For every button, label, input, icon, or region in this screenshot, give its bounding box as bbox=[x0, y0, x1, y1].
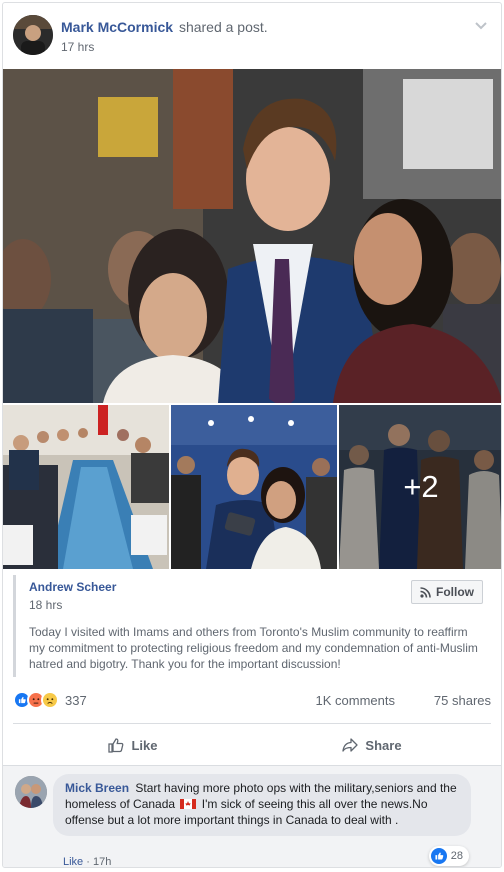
post-timestamp[interactable]: 17 hrs bbox=[61, 40, 94, 54]
post-author-line: Mark McCormick shared a post. bbox=[61, 19, 268, 35]
shares-count[interactable]: 75 shares bbox=[434, 693, 491, 708]
share-label: Share bbox=[365, 737, 402, 753]
sad-reaction-icon bbox=[41, 691, 59, 709]
like-label: Like bbox=[131, 737, 158, 753]
canada-flag-icon bbox=[180, 799, 197, 809]
share-arrow-icon bbox=[342, 738, 359, 752]
comments-count[interactable]: 1K comments bbox=[316, 693, 395, 708]
photo-thumb-selfie[interactable] bbox=[171, 405, 337, 569]
main-photo[interactable] bbox=[3, 69, 501, 403]
photo-thumb-meeting[interactable] bbox=[3, 405, 169, 569]
shared-post: Andrew Scheer 18 hrs Follow Today I visi… bbox=[13, 575, 493, 677]
more-photos-overlay[interactable]: +2 bbox=[339, 405, 501, 569]
reactions-count[interactable]: 337 bbox=[65, 693, 87, 708]
post-action-text: shared a post. bbox=[178, 19, 268, 35]
comment-like-link[interactable]: Like bbox=[63, 856, 83, 867]
shared-post-text: Today I visited with Imams and others fr… bbox=[29, 625, 478, 671]
post-author-name[interactable]: Mark McCormick bbox=[61, 19, 173, 35]
post-actions: Like Share bbox=[13, 727, 491, 763]
follow-button[interactable]: Follow bbox=[411, 580, 483, 604]
comment-meta: Like · 17h bbox=[63, 856, 111, 868]
comment-bubble: Mick Breen Start having more photo ops w… bbox=[53, 774, 471, 836]
comment-reactions[interactable]: 28 bbox=[428, 846, 469, 866]
reaction-icons[interactable] bbox=[13, 691, 59, 709]
comment-reaction-count: 28 bbox=[450, 850, 463, 862]
commenter-name[interactable]: Mick Breen bbox=[65, 781, 129, 795]
like-button[interactable]: Like bbox=[13, 727, 252, 763]
author-avatar[interactable] bbox=[13, 15, 53, 55]
rss-icon bbox=[420, 586, 431, 598]
comment-timestamp[interactable]: 17h bbox=[93, 856, 111, 867]
shared-timestamp[interactable]: 18 hrs bbox=[29, 598, 62, 612]
share-button[interactable]: Share bbox=[252, 727, 491, 763]
commenter-avatar[interactable] bbox=[15, 776, 47, 808]
reaction-stats: 337 1K comments 75 shares bbox=[13, 691, 491, 713]
shared-author-name[interactable]: Andrew Scheer bbox=[29, 580, 116, 594]
thumbs-up-icon bbox=[108, 738, 124, 753]
post-card: Mark McCormick shared a post. 17 hrs +2 … bbox=[2, 2, 502, 868]
photo-thumb-group[interactable]: +2 bbox=[339, 405, 501, 569]
like-reaction-icon bbox=[430, 848, 447, 864]
follow-label: Follow bbox=[436, 585, 474, 599]
comment-meta-separator: · bbox=[86, 856, 93, 868]
divider bbox=[13, 723, 491, 724]
more-photos-count: +2 bbox=[403, 469, 439, 504]
comments-section: Mick Breen Start having more photo ops w… bbox=[3, 765, 501, 867]
post-header: Mark McCormick shared a post. 17 hrs bbox=[13, 15, 491, 59]
chevron-down-icon[interactable] bbox=[473, 17, 489, 33]
